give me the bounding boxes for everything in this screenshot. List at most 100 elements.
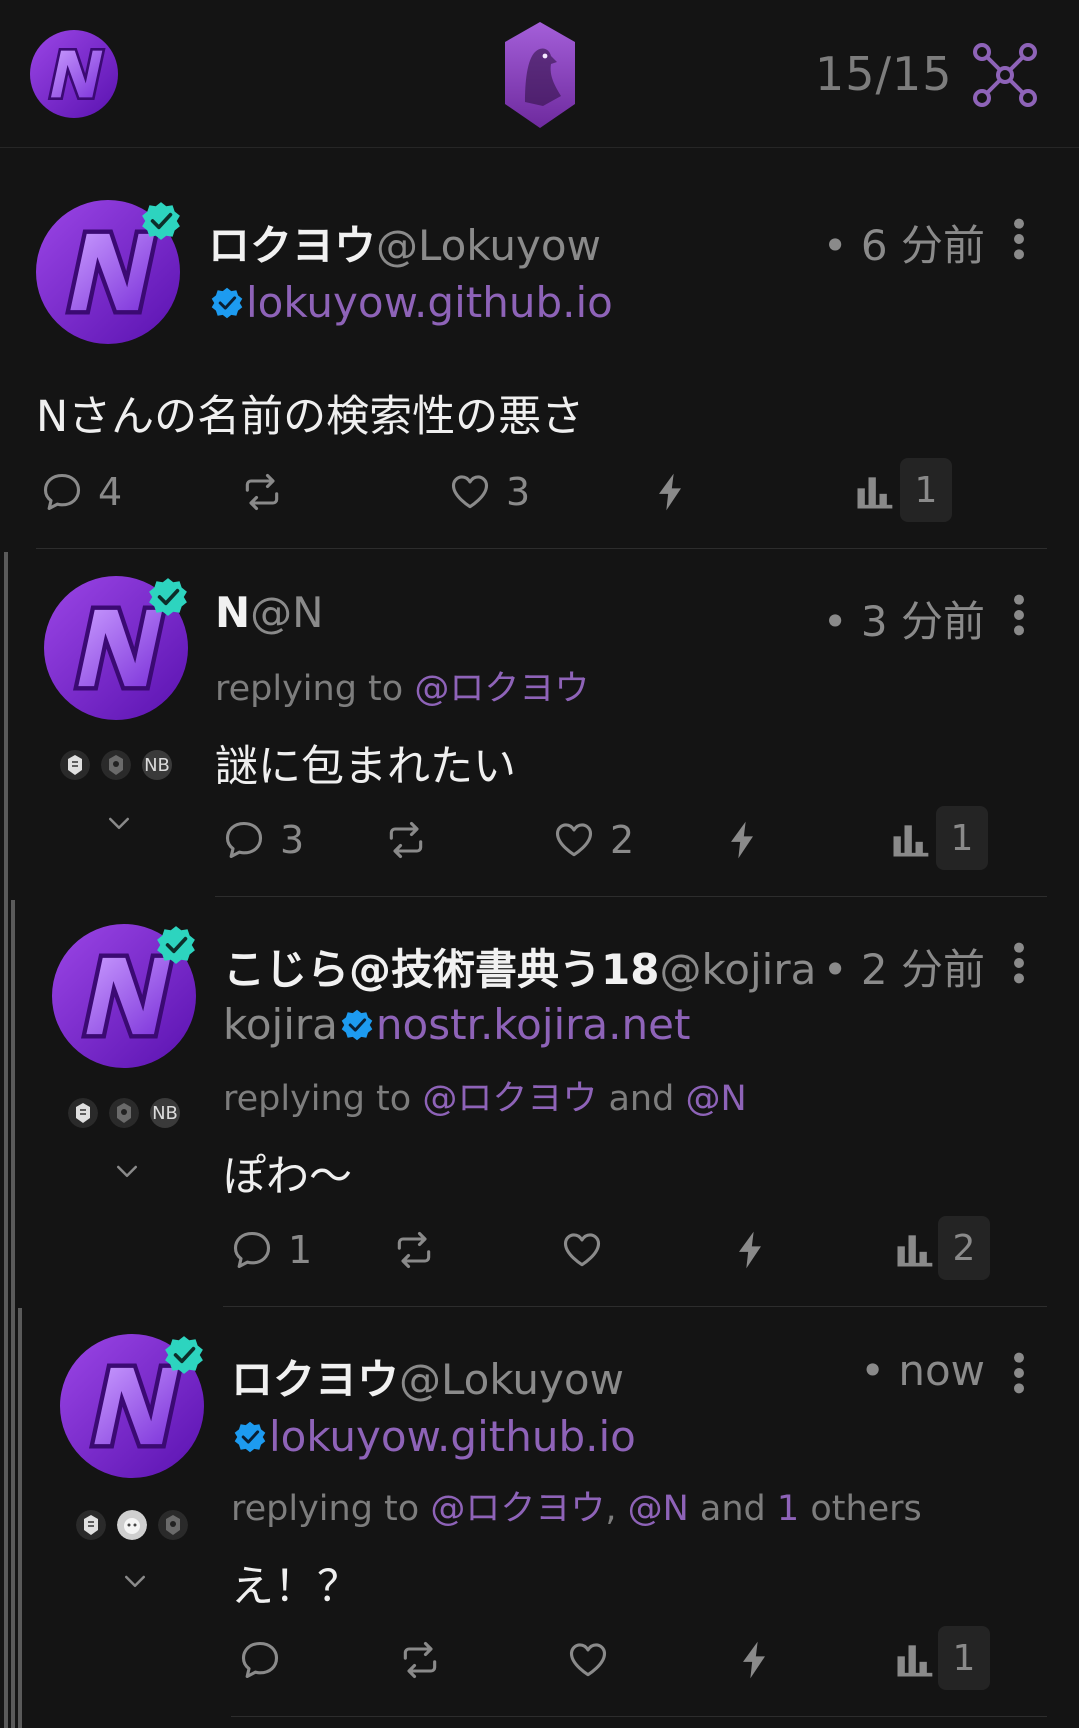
reply-button[interactable]	[238, 1630, 282, 1690]
mention-link[interactable]: @N	[628, 1489, 689, 1529]
chevron-down-icon[interactable]	[112, 1162, 142, 1182]
post-content: ぽわ〜	[223, 1152, 352, 1202]
others-count[interactable]: 1	[777, 1489, 799, 1529]
verified-check-icon	[140, 200, 182, 242]
more-options-icon[interactable]	[1011, 1350, 1027, 1396]
replying-to: replying to @ロクヨウ, @N and 1 others	[231, 1480, 922, 1531]
handle[interactable]: @N	[250, 588, 323, 637]
nip05-line: lokuyow.github.io	[208, 278, 613, 327]
replying-to-label: replying to	[231, 1489, 431, 1529]
reply-icon	[230, 1228, 274, 1272]
replying-to-label: replying to	[215, 669, 415, 709]
chevron-down-icon[interactable]	[104, 814, 134, 834]
reactor-avatar[interactable]	[158, 1510, 188, 1540]
action-bar: 3 2 1	[222, 806, 1022, 870]
more-options-icon[interactable]	[1011, 592, 1027, 638]
mention-link[interactable]: @ロクヨウ	[430, 1489, 605, 1529]
repost-button[interactable]	[392, 1220, 436, 1280]
reply-button[interactable]: 3	[222, 810, 304, 870]
stats-icon	[852, 470, 896, 514]
repost-button[interactable]	[240, 462, 284, 522]
nip05-domain[interactable]: lokuyow.github.io	[269, 1412, 636, 1461]
more-options-icon[interactable]	[1011, 940, 1027, 986]
mention-link[interactable]: @N	[685, 1079, 746, 1119]
like-button[interactable]: 2	[552, 810, 634, 870]
display-name[interactable]: こじら@技術書典う18	[223, 945, 659, 994]
nip05-domain[interactable]: lokuyow.github.io	[246, 278, 613, 327]
reactor-avatar[interactable]	[68, 1098, 98, 1128]
like-count: 2	[610, 818, 635, 862]
handle[interactable]: @kojira	[659, 945, 815, 994]
post-content: 謎に包まれたい	[215, 742, 516, 792]
mention-link[interactable]: @ロクヨウ	[422, 1079, 597, 1119]
replying-and: and	[688, 1489, 777, 1529]
post-time[interactable]: • 6 分前	[823, 212, 985, 273]
reactor-avatar[interactable]	[109, 1098, 139, 1128]
views-count[interactable]: 1	[900, 458, 952, 522]
author-line[interactable]: N@N	[215, 588, 324, 637]
post-content: Nさんの名前の検索性の悪さ	[36, 392, 585, 442]
chevron-down-icon[interactable]	[120, 1572, 150, 1592]
author-line[interactable]: ロクヨウ@Lokuyow	[208, 212, 601, 273]
reactor-avatar[interactable]	[60, 750, 90, 780]
stats-button[interactable]	[892, 1630, 936, 1690]
relay-network-icon[interactable]	[972, 42, 1038, 108]
display-name[interactable]: N	[215, 588, 250, 637]
nip05-domain[interactable]: nostr.kojira.net	[376, 1000, 691, 1049]
display-name[interactable]: ロクヨウ	[231, 1355, 399, 1404]
stats-button[interactable]	[892, 1220, 936, 1280]
zap-button[interactable]	[732, 1630, 776, 1690]
display-name[interactable]: ロクヨウ	[208, 221, 376, 270]
repost-button[interactable]	[384, 810, 428, 870]
reply-button[interactable]: 4	[40, 462, 122, 522]
reply-count: 4	[98, 470, 123, 514]
divider	[36, 548, 1047, 549]
reactor-avatar[interactable]	[117, 1510, 147, 1540]
like-count: 3	[506, 470, 531, 514]
author-line[interactable]: ロクヨウ@Lokuyow	[231, 1346, 624, 1407]
reactor-avatar[interactable]	[101, 750, 131, 780]
nip05-verified-icon	[210, 286, 244, 320]
views-count[interactable]: 2	[938, 1216, 990, 1280]
post-time[interactable]: • now	[860, 1346, 985, 1395]
post-content: え！？	[231, 1562, 360, 1612]
thread-line	[11, 900, 15, 1728]
more-options-icon[interactable]	[1011, 216, 1027, 262]
heart-icon	[566, 1638, 610, 1682]
zap-button[interactable]	[648, 462, 692, 522]
stats-icon	[888, 818, 932, 862]
action-bar: 1	[238, 1626, 1038, 1690]
like-button[interactable]: 3	[448, 462, 530, 522]
handle[interactable]: @Lokuyow	[376, 221, 601, 270]
nip05-verified-icon	[340, 1008, 374, 1042]
like-button[interactable]	[560, 1220, 604, 1280]
views-count[interactable]: 1	[938, 1626, 990, 1690]
zap-button[interactable]	[728, 1220, 772, 1280]
verified-check-icon	[147, 576, 189, 618]
zap-icon	[728, 1228, 772, 1272]
mention-link[interactable]: @ロクヨウ	[414, 669, 589, 709]
post-time[interactable]: • 3 分前	[823, 588, 985, 649]
post-time[interactable]: • 2 分前	[823, 936, 985, 997]
zap-button[interactable]	[720, 810, 764, 870]
handle[interactable]: @Lokuyow	[399, 1355, 624, 1404]
divider	[231, 1716, 1047, 1717]
account-avatar[interactable]	[30, 30, 118, 118]
nip05-verified-icon	[233, 1420, 267, 1454]
reply-button[interactable]: 1	[230, 1220, 312, 1280]
zap-icon	[648, 470, 692, 514]
reactor-avatar[interactable]	[76, 1510, 106, 1540]
relay-count[interactable]: 15/15	[815, 47, 953, 101]
reply-icon	[40, 470, 84, 514]
action-bar: 1 2	[230, 1216, 1030, 1280]
stats-button[interactable]	[852, 462, 896, 522]
like-button[interactable]	[566, 1630, 610, 1690]
thread-line	[18, 1308, 22, 1728]
stats-button[interactable]	[888, 810, 932, 870]
repost-button[interactable]	[398, 1630, 442, 1690]
app-logo-icon[interactable]	[503, 22, 577, 128]
author-line[interactable]: こじら@技術書典う18@kojira	[223, 936, 815, 997]
reactor-avatar[interactable]: NB	[150, 1098, 180, 1128]
reactor-avatar[interactable]: NB	[142, 750, 172, 780]
views-count[interactable]: 1	[936, 806, 988, 870]
